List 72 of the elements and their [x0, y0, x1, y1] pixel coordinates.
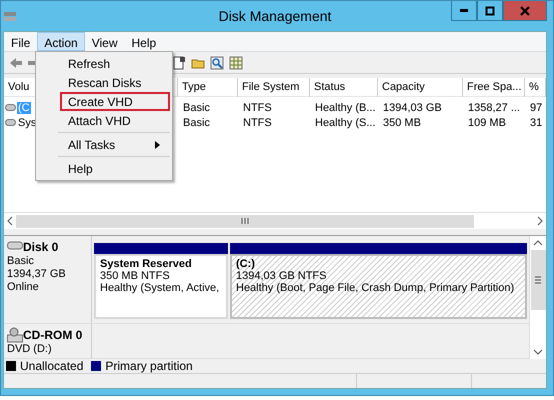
menu-option[interactable]: Rescan Disks [60, 73, 170, 92]
table-cell-text: Basic [182, 116, 211, 128]
scrollbar-thumb[interactable] [16, 214, 474, 228]
magnifier-button[interactable] [209, 54, 225, 70]
legend-label: Unallocated [20, 359, 84, 373]
partition-status: Healthy (Boot, Page File, Crash Dump, Primary Partition) [236, 282, 516, 294]
disk-name[interactable]: Disk 0 [23, 240, 58, 254]
menu-item[interactable]: View [84, 32, 124, 51]
app-icon [3, 10, 17, 22]
partition-block[interactable]: (C:) 1394,03 GB NTFS Healthy (Boot, Page File, Crash Dump, Primary Partition) [230, 254, 527, 319]
disk-detail: Basic [7, 255, 35, 268]
partition-name: System Reserved [100, 258, 193, 270]
magnifier-icon [210, 56, 224, 70]
partition-status: Healthy (System, Active, [100, 282, 220, 294]
column-header[interactable]: Capacity [378, 78, 463, 97]
menu-option[interactable]: Create VHD [60, 92, 170, 111]
document-icon [172, 56, 186, 70]
back-button[interactable] [8, 56, 24, 70]
column-header[interactable]: % [525, 78, 546, 97]
disk-name[interactable]: CD-ROM 0 [23, 328, 82, 342]
scrollbar-thumb[interactable] [530, 250, 546, 310]
minimize-button[interactable] [451, 1, 477, 21]
table-cell-text: Healthy (S... [314, 116, 377, 128]
cd-drive-icon [7, 327, 23, 343]
scroll-left-icon [6, 216, 14, 226]
table-cell-text: Healthy (B... [314, 102, 377, 114]
grip-icon [534, 276, 542, 284]
horizontal-scrollbar[interactable] [4, 212, 546, 229]
maximize-icon [485, 6, 495, 16]
disk-detail: 1394,37 GB [7, 268, 67, 281]
table-cell-text: 31 [529, 116, 544, 128]
table-cell-text: 97 [529, 102, 544, 114]
table-cell-text: 1358,27 ... [467, 102, 521, 114]
table-cell-text: 350 MB [382, 116, 422, 128]
grip-icon [241, 217, 249, 225]
menu-item[interactable]: File [4, 32, 38, 51]
scroll-up-icon [533, 239, 543, 247]
table-cell-text: NTFS [242, 116, 273, 128]
disk-detail: DVD (D:) [7, 343, 53, 356]
back-arrow-icon [9, 56, 23, 68]
scroll-down-icon [533, 348, 543, 356]
table-cell-text: 109 MB [467, 116, 507, 128]
close-button[interactable] [503, 1, 547, 21]
menu-option[interactable]: Attach VHD [60, 111, 170, 130]
table-cell-text: NTFS [242, 102, 273, 114]
grid-button[interactable] [228, 54, 244, 70]
document-button[interactable] [171, 54, 187, 70]
submenu-arrow-icon [155, 140, 160, 148]
close-icon [520, 6, 530, 16]
partition-block[interactable]: System Reserved 350 MB NTFS Healthy (System, Active, [94, 254, 228, 319]
scroll-right-icon [536, 216, 544, 226]
window-title: Disk Management [218, 8, 332, 24]
disk-detail: Online [7, 281, 40, 294]
table-cell-text: Basic [182, 102, 211, 114]
legend-label: Primary partition [105, 359, 193, 373]
table-cell-text: 1394,03 GB [382, 102, 443, 114]
partition-size: 1394,03 GB NTFS [236, 270, 328, 282]
minimize-icon [460, 9, 468, 12]
partition-size: 350 MB NTFS [100, 270, 171, 282]
partition-name: (C:) [236, 258, 256, 270]
vertical-scrollbar[interactable] [529, 236, 546, 359]
menu-option[interactable]: Help [60, 159, 170, 178]
column-header[interactable]: File System [238, 78, 310, 97]
menu-option[interactable]: All Tasks [60, 135, 170, 154]
maximize-button[interactable] [477, 1, 503, 21]
column-header[interactable]: Free Spa... [463, 78, 525, 97]
menu-item[interactable]: Action [37, 32, 85, 51]
menu-option[interactable]: Refresh [60, 54, 170, 73]
column-header[interactable]: Type [178, 78, 238, 97]
grid-icon [229, 56, 243, 70]
column-header[interactable]: Status [310, 78, 378, 97]
menu-item[interactable]: Help [124, 32, 164, 51]
